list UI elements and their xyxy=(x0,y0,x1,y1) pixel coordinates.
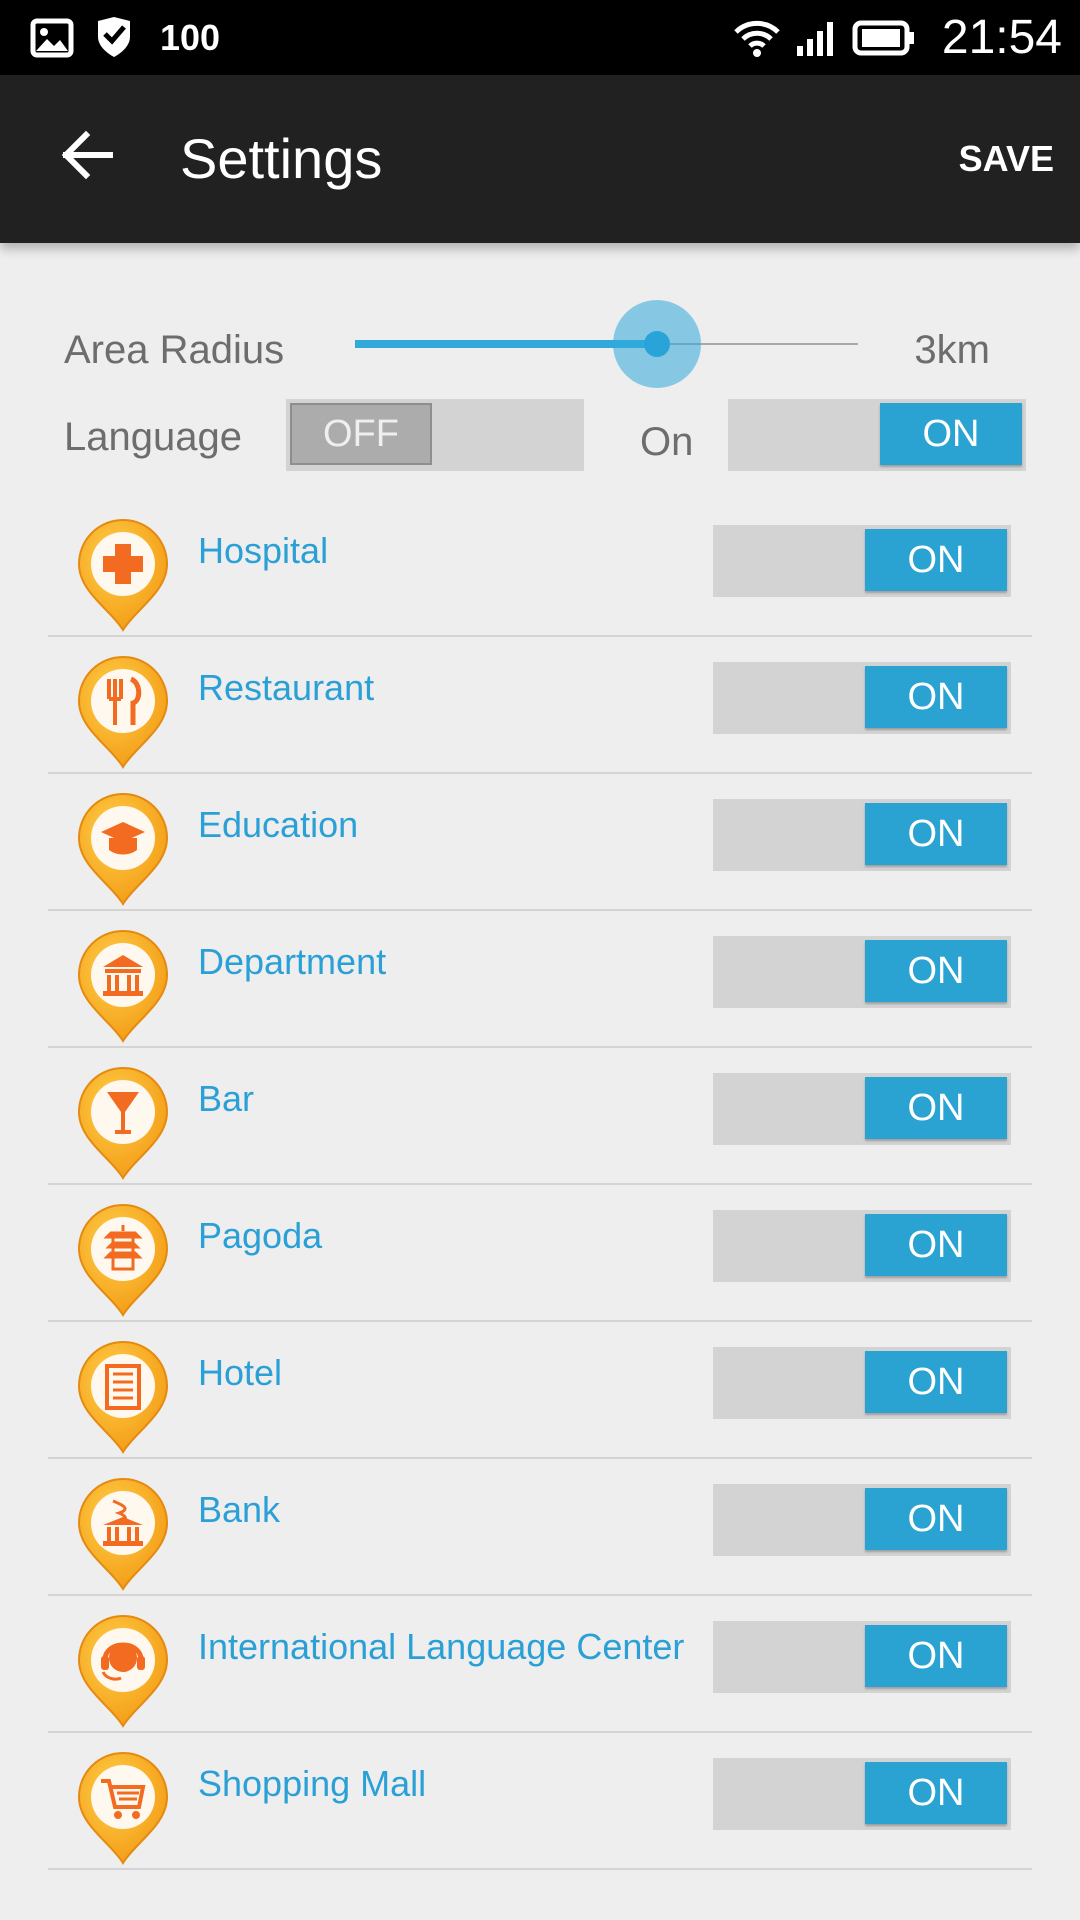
language-toggle-off[interactable]: OFF xyxy=(286,399,584,471)
category-label: Pagoda xyxy=(198,1215,323,1256)
slider-thumb[interactable] xyxy=(643,331,670,357)
category-label: Bank xyxy=(198,1489,281,1530)
category-toggle[interactable]: ON xyxy=(713,799,1011,871)
toggle-on-knob: ON xyxy=(880,403,1022,465)
shopping-mall-icon xyxy=(77,1752,169,1865)
language-status: On xyxy=(640,420,694,464)
wifi-icon xyxy=(734,20,780,57)
category-toggle[interactable]: ON xyxy=(713,1210,1011,1282)
arrow-left-icon[interactable] xyxy=(56,125,116,185)
toggle-on-knob: ON xyxy=(865,1762,1007,1824)
hotel-icon xyxy=(77,1341,169,1454)
status-bar: 100 21:54 xyxy=(0,0,1080,75)
hospital-icon xyxy=(77,519,169,632)
category-toggle[interactable]: ON xyxy=(713,1758,1011,1830)
category-label: Hospital xyxy=(198,530,329,571)
category-label: Restaurant xyxy=(198,667,375,708)
pagoda-icon xyxy=(77,1204,169,1317)
toggle-on-knob: ON xyxy=(865,666,1007,728)
category-row: Education ON xyxy=(48,774,1032,911)
toggle-on-knob: ON xyxy=(865,1488,1007,1550)
category-row: Pagoda ON xyxy=(48,1185,1032,1322)
area-radius-label: Area Radius xyxy=(64,328,285,372)
battery-percent: 100 xyxy=(160,16,221,58)
battery-icon xyxy=(852,20,914,55)
page-title: Settings xyxy=(180,127,383,190)
slider-fill xyxy=(355,340,657,348)
toggle-on-knob: ON xyxy=(865,529,1007,591)
clock: 21:54 xyxy=(941,11,1062,64)
category-row: Bar ON xyxy=(48,1048,1032,1185)
category-label: Shopping Mall xyxy=(198,1763,427,1804)
category-label: Education xyxy=(198,804,359,845)
bank-icon xyxy=(77,1478,169,1591)
language-center-icon xyxy=(77,1615,169,1728)
category-row: Restaurant ON xyxy=(48,637,1032,774)
gallery-icon xyxy=(30,18,74,57)
education-icon xyxy=(77,793,169,906)
area-radius-value: 3km xyxy=(914,328,990,372)
category-label: Hotel xyxy=(198,1352,283,1393)
area-radius-slider[interactable] xyxy=(355,300,858,390)
toggle-on-knob: ON xyxy=(865,1351,1007,1413)
toggle-on-knob: ON xyxy=(865,940,1007,1002)
language-label: Language xyxy=(64,415,242,459)
category-row: Hospital ON xyxy=(48,500,1032,637)
category-toggle[interactable]: ON xyxy=(713,525,1011,597)
toggle-on-knob: ON xyxy=(865,1625,1007,1687)
category-toggle[interactable]: ON xyxy=(713,1484,1011,1556)
language-toggle-on[interactable]: ON xyxy=(728,399,1026,471)
toggle-on-knob: ON xyxy=(865,1214,1007,1276)
restaurant-icon xyxy=(77,656,169,769)
category-toggle[interactable]: ON xyxy=(713,662,1011,734)
category-list: Hospital ON Restaurant ON Education ON Departm… xyxy=(48,500,1032,1870)
category-toggle[interactable]: ON xyxy=(713,1621,1011,1693)
toggle-on-knob: ON xyxy=(865,1077,1007,1139)
category-label: International Language Center xyxy=(198,1626,685,1667)
department-icon xyxy=(77,930,169,1043)
category-toggle[interactable]: ON xyxy=(713,936,1011,1008)
category-toggle[interactable]: ON xyxy=(713,1347,1011,1419)
signal-icon xyxy=(796,21,833,56)
category-toggle[interactable]: ON xyxy=(713,1073,1011,1145)
category-row: Hotel ON xyxy=(48,1322,1032,1459)
bar-icon xyxy=(77,1067,169,1180)
save-button[interactable]: SAVE xyxy=(959,75,1054,243)
category-row: Shopping Mall ON xyxy=(48,1733,1032,1870)
category-row: Department ON xyxy=(48,911,1032,1048)
category-row: International Language Center ON xyxy=(48,1596,1032,1733)
toggle-off-knob: OFF xyxy=(290,403,432,465)
category-row: Bank ON xyxy=(48,1459,1032,1596)
category-label: Bar xyxy=(198,1078,255,1119)
toggle-on-knob: ON xyxy=(865,803,1007,865)
category-label: Department xyxy=(198,941,387,982)
shield-icon xyxy=(98,16,130,57)
app-bar: Settings SAVE xyxy=(0,75,1080,243)
